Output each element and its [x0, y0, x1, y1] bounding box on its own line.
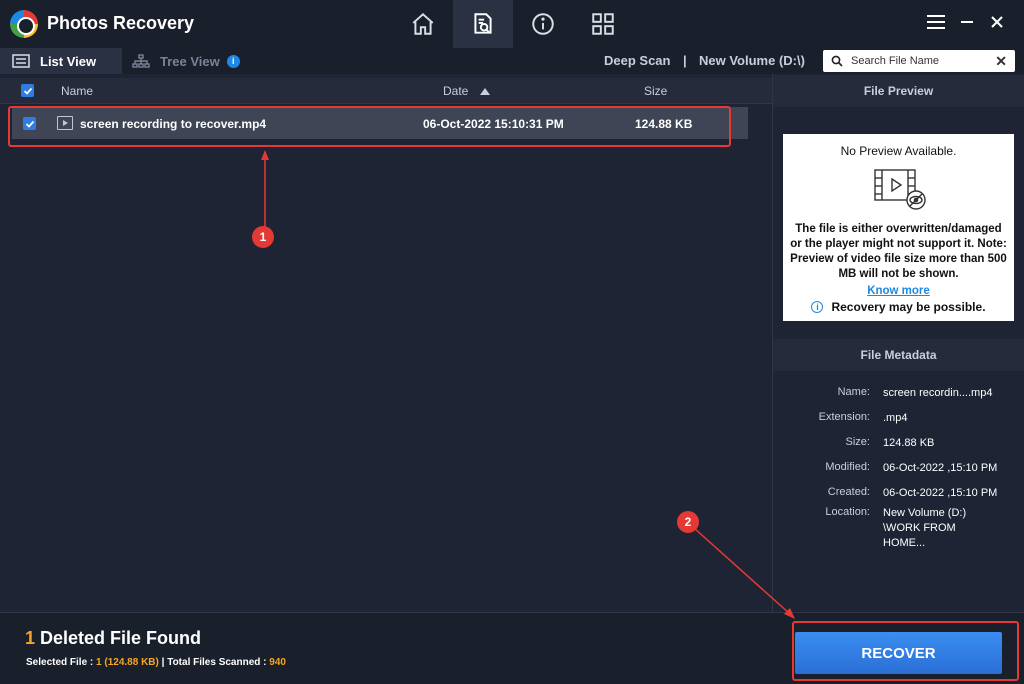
- close-icon: [991, 16, 1003, 28]
- sort-ascending-icon: [480, 88, 490, 95]
- meta-ext-value: .mp4: [883, 412, 908, 424]
- search-input[interactable]: [851, 55, 991, 67]
- app-title: Photos Recovery: [47, 13, 195, 33]
- deleted-files-found: 1 Deleted File Found: [25, 628, 201, 649]
- file-preview-heading: File Preview: [773, 75, 1024, 107]
- list-view-label: List View: [40, 53, 97, 69]
- scan-stats: Selected File : 1 (124.88 KB) | Total Fi…: [26, 657, 286, 668]
- tree-view-tab[interactable]: Tree View i: [132, 48, 240, 74]
- meta-name-value: screen recordin....mp4: [883, 387, 993, 399]
- preview-message: The file is either overwritten/damaged o…: [790, 223, 1007, 280]
- column-size[interactable]: Size: [644, 84, 667, 98]
- selected-label: Selected File :: [26, 657, 97, 668]
- scan-separator: |: [683, 53, 687, 68]
- preview-title: No Preview Available.: [840, 144, 957, 158]
- document-search-icon: [474, 13, 492, 34]
- search-icon: [831, 55, 843, 67]
- recover-highlight-box: [792, 621, 1019, 681]
- total-value: 940: [269, 657, 286, 668]
- meta-ext-label: Extension:: [818, 411, 870, 423]
- scan-volume: New Volume (D:\): [699, 53, 805, 68]
- search-clear-button[interactable]: ✕: [995, 53, 1007, 70]
- home-tab[interactable]: [393, 0, 453, 48]
- meta-modified-label: Modified:: [825, 461, 870, 473]
- meta-location-line1: New Volume (D:): [883, 507, 967, 519]
- table-header: Name Date Size: [0, 78, 772, 104]
- recovery-note-text: Recovery may be possible.: [831, 300, 986, 314]
- tree-info-icon[interactable]: i: [226, 54, 240, 68]
- file-metadata-heading: File Metadata: [773, 339, 1024, 371]
- meta-size-value: 124.88 KB: [883, 437, 935, 449]
- check-icon: [23, 87, 32, 95]
- column-name[interactable]: Name: [61, 84, 93, 98]
- know-more-link[interactable]: Know more: [783, 285, 1014, 297]
- video-preview-icon: [874, 169, 926, 210]
- meta-modified-value: 06-Oct-2022 ,15:10 PM: [883, 462, 998, 474]
- annotation-marker-2: 2: [677, 511, 699, 533]
- found-count: 1: [25, 628, 36, 648]
- selected-value: 1 (124.88 KB): [96, 657, 159, 668]
- search-box: ✕: [823, 50, 1015, 72]
- meta-created-label: Created:: [827, 486, 870, 498]
- close-button[interactable]: [983, 8, 1011, 36]
- annotation-marker-1: 1: [252, 226, 274, 248]
- scan-results-tab[interactable]: [453, 0, 513, 48]
- list-view-tab[interactable]: List View: [0, 48, 122, 74]
- meta-location-label: Location:: [825, 506, 870, 518]
- preview-card: No Preview Available. The file is either…: [783, 134, 1014, 321]
- title-bar: Photos Recovery: [0, 0, 1024, 48]
- grid-icon: [592, 13, 614, 35]
- app-logo: [10, 10, 38, 38]
- minimize-button[interactable]: [953, 8, 981, 36]
- minimize-icon: [961, 21, 973, 23]
- info-icon: i: [811, 301, 824, 313]
- meta-name-label: Name:: [837, 386, 870, 398]
- meta-location-line2: \WORK FROM: [883, 522, 956, 534]
- hamburger-icon: [927, 15, 945, 29]
- scan-type: Deep Scan: [604, 53, 671, 68]
- list-icon: [12, 54, 30, 68]
- row-highlight-box: [8, 106, 731, 147]
- apps-tab[interactable]: [573, 0, 633, 48]
- meta-location-line3: HOME...: [883, 537, 926, 549]
- meta-size-label: Size:: [845, 436, 870, 448]
- total-label: | Total Files Scanned :: [158, 657, 270, 668]
- tree-icon: [132, 54, 150, 68]
- select-all-checkbox[interactable]: [21, 84, 34, 97]
- menu-button[interactable]: [922, 8, 950, 36]
- column-date[interactable]: Date: [443, 84, 468, 98]
- info-icon: [532, 13, 554, 35]
- tree-view-label: Tree View: [160, 53, 220, 69]
- meta-created-value: 06-Oct-2022 ,15:10 PM: [883, 487, 998, 499]
- found-text: Deleted File Found: [35, 628, 202, 648]
- about-tab[interactable]: [513, 0, 573, 48]
- recovery-note: i Recovery may be possible.: [783, 300, 1014, 314]
- home-icon: [412, 12, 434, 35]
